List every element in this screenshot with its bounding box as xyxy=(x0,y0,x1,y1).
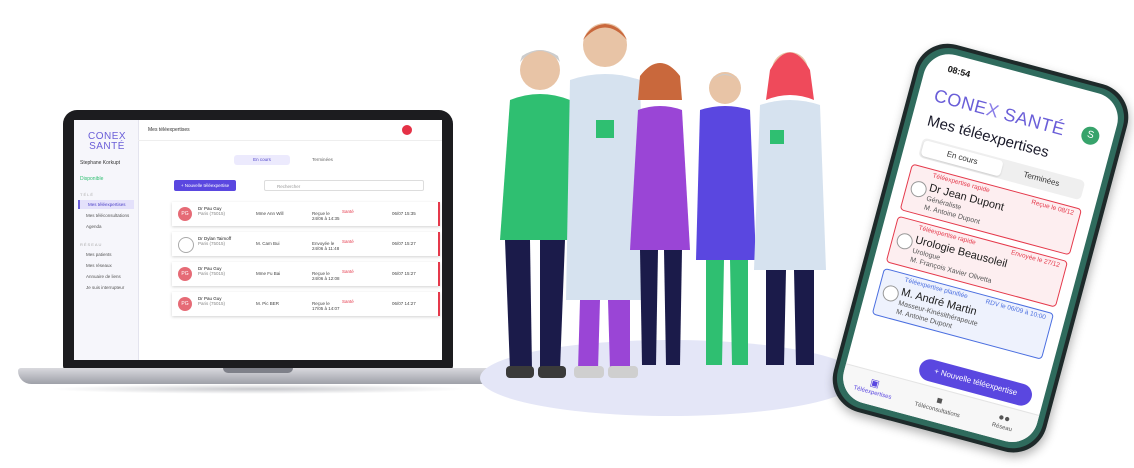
figure-woman-red-hair xyxy=(754,52,826,365)
status-date: Reçue le 08/12 xyxy=(1030,198,1075,217)
availability-toggle[interactable]: Disponible xyxy=(80,176,103,182)
deadline: 06/07 14:27 xyxy=(392,301,416,306)
laptop-notch xyxy=(223,368,293,373)
patient-name: Mme Ann Will xyxy=(256,211,284,216)
sidebar: CONEX SANTÉ Stephane Korkupt Disponible T… xyxy=(74,120,139,360)
medical-team-illustration xyxy=(480,23,860,416)
sidebar-section-tele: TÉLÉ xyxy=(80,192,95,197)
place: Paris (75015) xyxy=(198,241,226,246)
list-item[interactable]: PG Dr Pau Guy Paris (75015) Mme Ann Will Reç… xyxy=(172,202,440,226)
list-item[interactable]: PG Dr Pau Guy Paris (75015) M. Pic BER Reçue… xyxy=(172,292,440,316)
sidebar-item-patients[interactable]: Mes patients xyxy=(78,250,134,259)
patient-name: M. Cam Bui xyxy=(256,241,280,246)
sidebar-section-network: RÉSEAU xyxy=(80,242,103,247)
doctor-icon xyxy=(880,283,901,304)
sidebar-item-teleexpertises[interactable]: Mes téléexpertises xyxy=(78,200,134,209)
avatar: PG xyxy=(178,207,192,221)
list-item[interactable]: Dr Dylan Taimoff Paris (75015) M. Cam Bui E… xyxy=(172,232,440,256)
doctor-icon xyxy=(894,231,915,252)
page-title: Mes téléexpertises xyxy=(148,127,190,133)
user-name: Stephane Korkupt xyxy=(80,160,121,166)
avatar: PG xyxy=(178,267,192,281)
place: Paris (75015) xyxy=(198,271,226,276)
avatar: PG xyxy=(178,297,192,311)
sidebar-item-agenda[interactable]: Agenda xyxy=(78,222,134,231)
notification-icon[interactable] xyxy=(402,125,412,135)
tab-finished[interactable]: Terminées xyxy=(294,155,350,165)
tab-bar: En cours Terminées xyxy=(234,148,350,166)
status: Reçue le 24/06 à 14:35 xyxy=(312,211,340,221)
phone-screen: 08:54 CONEX SANTÉ S Mes téléexpertises E… xyxy=(837,48,1124,448)
status: Reçue le 17/05 à 14:07 xyxy=(312,301,340,311)
laptop-screen: CONEX SANTÉ Stephane Korkupt Disponible T… xyxy=(74,120,442,360)
patient-name: Mme Fu Bai xyxy=(256,271,281,276)
place: Paris (75015) xyxy=(198,301,226,306)
patient-name: M. Pic BER xyxy=(256,301,280,306)
new-teleexpertise-button[interactable]: + Nouvelle téléexpertise xyxy=(174,180,236,191)
search-input[interactable]: Rechercher xyxy=(264,180,424,191)
status-date: Envoyée le 27/12 xyxy=(1010,249,1061,270)
urgency-tag: Santé xyxy=(342,239,354,244)
deadline: 06/07 15:35 xyxy=(392,211,416,216)
avatar[interactable]: S xyxy=(1079,124,1102,147)
sidebar-item-links[interactable]: Annuaire de liens xyxy=(78,272,134,281)
tab-in-progress[interactable]: En cours xyxy=(234,155,290,165)
list-item[interactable]: PG Dr Pau Guy Paris (75015) Mme Fu Bai Reçue… xyxy=(172,262,440,286)
nav-network[interactable]: ●● Réseau xyxy=(969,405,1037,439)
urgency-tag: Santé xyxy=(342,209,354,214)
place: Paris (75015) xyxy=(198,211,226,216)
doctor-icon xyxy=(908,179,929,199)
app-logo: CONEX SANTÉ xyxy=(88,131,127,152)
deadline: 06/07 15:27 xyxy=(392,241,416,246)
sidebar-item-interrupt[interactable]: Je suis interrupteur xyxy=(78,283,134,292)
sidebar-item-networks[interactable]: Mes réseaux xyxy=(78,261,134,270)
deadline: 06/07 15:27 xyxy=(392,271,416,276)
top-bar: Mes téléexpertises xyxy=(138,120,442,141)
status: Reçue le 24/06 à 12:08 xyxy=(312,271,340,281)
avatar xyxy=(178,237,194,253)
status-time: 08:54 xyxy=(946,63,972,80)
nav-teleexpertises[interactable]: ▣ Téléexpertises xyxy=(840,370,908,404)
status: Envoyée le 24/06 à 11:48 xyxy=(312,241,340,251)
laptop-shadow xyxy=(48,384,468,394)
phone-mockup: 08:54 CONEX SANTÉ S Mes téléexpertises E… xyxy=(825,36,1134,468)
urgency-tag: Santé xyxy=(342,299,354,304)
urgency-tag: Santé xyxy=(342,269,354,274)
laptop-mockup: CONEX SANTÉ Stephane Korkupt Disponible T… xyxy=(18,88,498,408)
nav-teleconsultations[interactable]: ■ Téléconsultations xyxy=(904,387,972,421)
sidebar-item-teleconsultations[interactable]: Mes téléconsultations xyxy=(78,211,134,220)
figure-man-tie xyxy=(696,72,756,365)
